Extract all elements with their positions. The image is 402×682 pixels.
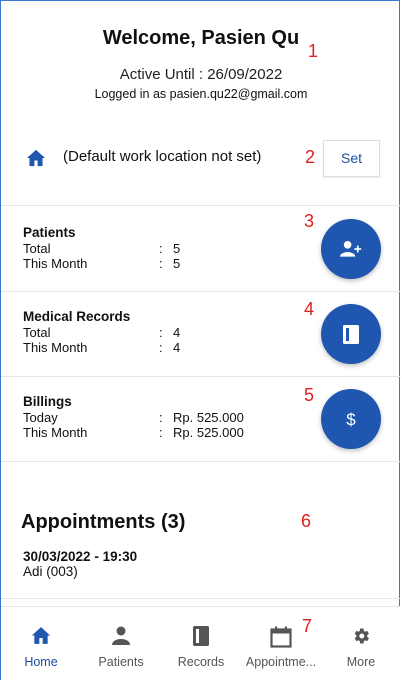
stat-separator: :	[159, 325, 163, 340]
add-billing-button[interactable]: $	[321, 389, 381, 449]
logged-in-email: Logged in as pasien.qu22@gmail.com	[94, 87, 308, 101]
add-person-icon	[340, 240, 362, 257]
tab-label: Home	[24, 655, 58, 669]
appointment-item[interactable]: 30/03/2022 - 19:30 Adi (003)	[23, 549, 137, 579]
records-stats: Medical Records Total : 4 This Month : 4	[23, 309, 283, 355]
billings-stats: Billings Today : Rp. 525.000 This Month …	[23, 394, 283, 440]
tab-more[interactable]: More	[321, 607, 401, 682]
stat-label: This Month	[23, 256, 88, 271]
gear-icon-wrap	[321, 626, 401, 648]
patients-stats: Patients Total : 5 This Month : 5	[23, 225, 283, 271]
app-frame: Welcome, Pasien Qu Active Until : 26/09/…	[0, 0, 401, 682]
divider	[1, 598, 401, 599]
stat-label: Total	[23, 325, 51, 340]
appointment-datetime: 30/03/2022 - 19:30	[23, 549, 138, 564]
stat-separator: :	[159, 425, 163, 440]
gear-icon	[354, 628, 369, 644]
stat-separator: :	[159, 340, 163, 355]
book-icon	[343, 324, 359, 344]
home-icon-wrap	[1, 626, 81, 648]
tab-label: More	[346, 655, 376, 669]
tab-patients[interactable]: Patients	[81, 607, 161, 682]
person-icon	[112, 626, 130, 645]
tab-home[interactable]: Home	[1, 607, 81, 682]
svg-text:$: $	[346, 410, 356, 429]
appointment-patient: Adi (003)	[23, 564, 78, 579]
annotation-4: 4	[304, 299, 315, 319]
records-title: Medical Records	[23, 309, 131, 324]
patients-title: Patients	[23, 225, 76, 240]
welcome-title: Welcome, Pasien Qu	[102, 27, 300, 49]
tab-label: Patients	[98, 655, 144, 669]
stat-value: 5	[173, 256, 181, 271]
annotation-1: 1	[308, 41, 319, 61]
stat-value: 4	[173, 340, 181, 355]
bottom-tab-bar: Home Patients Records Appointme... More	[1, 606, 401, 682]
annotation-7: 7	[302, 616, 313, 636]
stat-row: Total : 5	[23, 241, 283, 256]
tab-label: Appointme...	[245, 655, 317, 669]
stat-separator: :	[159, 241, 163, 256]
stat-label: Total	[23, 241, 51, 256]
add-patient-button[interactable]	[321, 219, 381, 279]
stat-value: Rp. 525.000	[173, 425, 244, 440]
work-location-row: (Default work location not set) Set	[1, 136, 401, 180]
stat-label: This Month	[23, 425, 88, 440]
book-icon	[193, 626, 209, 646]
tab-label: Records	[177, 655, 225, 669]
divider	[1, 461, 401, 462]
stat-separator: :	[159, 410, 163, 425]
home-icon	[31, 627, 51, 644]
stat-value: Rp. 525.000	[173, 410, 244, 425]
add-record-button[interactable]	[321, 304, 381, 364]
stat-row: This Month : 5	[23, 256, 283, 271]
stat-value: 5	[173, 241, 181, 256]
divider	[1, 291, 401, 292]
appointments-title: Appointments (3)	[21, 511, 186, 533]
stat-separator: :	[159, 256, 163, 271]
active-until: Active Until : 26/09/2022	[119, 66, 283, 83]
divider	[1, 376, 401, 377]
home-icon	[27, 149, 45, 167]
annotation-5: 5	[304, 385, 315, 405]
annotation-6: 6	[301, 511, 312, 531]
person-icon-wrap	[81, 626, 161, 648]
stat-row: Total : 4	[23, 325, 283, 340]
stat-row: This Month : 4	[23, 340, 283, 355]
calendar-icon	[270, 626, 292, 648]
tab-records[interactable]: Records	[161, 607, 241, 682]
work-location-text: (Default work location not set)	[63, 148, 262, 165]
annotation-2: 2	[305, 147, 316, 167]
book-icon-wrap	[161, 626, 241, 648]
stat-row: This Month : Rp. 525.000	[23, 425, 283, 440]
stat-row: Today : Rp. 525.000	[23, 410, 283, 425]
billings-title: Billings	[23, 394, 72, 409]
stat-label: This Month	[23, 340, 88, 355]
stat-label: Today	[23, 410, 58, 425]
divider	[1, 205, 401, 206]
annotation-3: 3	[304, 211, 315, 231]
header: Welcome, Pasien Qu Active Until : 26/09/…	[1, 1, 401, 121]
dollar-icon: $	[346, 410, 356, 429]
set-location-button[interactable]: Set	[323, 140, 380, 177]
stat-value: 4	[173, 325, 181, 340]
